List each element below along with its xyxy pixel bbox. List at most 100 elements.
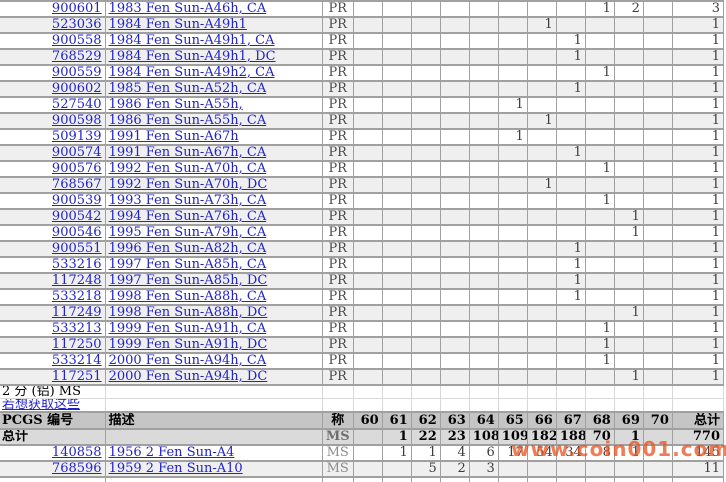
table-row: 5091391991 Fen Sun-A67hPR11 xyxy=(0,129,724,145)
grade-count-cell: 1 xyxy=(614,429,643,445)
pcgs-number-link[interactable]: 117248 xyxy=(52,273,102,288)
pcgs-number-link[interactable]: 900602 xyxy=(52,81,102,96)
description-link[interactable]: 1984 Fen Sun-A49h1 xyxy=(109,17,247,32)
pcgs-number-link[interactable]: 900546 xyxy=(52,225,102,240)
table-row: 1172491998 Fen Sun-A88h, DCPR11 xyxy=(0,305,724,321)
grade-count-cell xyxy=(382,177,411,193)
grade-count-cell xyxy=(469,97,498,113)
description-link[interactable]: 1984 Fen Sun-A49h2, CA xyxy=(109,65,275,80)
pcgs-number-link[interactable]: 768596 xyxy=(52,461,102,476)
pcgs-number-cell: 总计 xyxy=(0,429,105,445)
pcgs-number-link[interactable]: 900601 xyxy=(52,1,102,16)
pcgs-number-link[interactable]: 527540 xyxy=(52,97,102,112)
grade-count-cell xyxy=(382,113,411,129)
table-row: 9005741991 Fen Sun-A67h, CAPR11 xyxy=(0,145,724,161)
description-link[interactable]: 1959 2 Fen Sun-A10 xyxy=(109,461,243,476)
description-link[interactable]: 1983 Fen Sun-A46h, CA xyxy=(109,1,267,16)
description-link[interactable]: 1991 Fen Sun-A67h xyxy=(109,129,239,144)
description-link[interactable]: 1991 Fen Sun-A67h, CA xyxy=(109,145,267,160)
total-cell: 1 xyxy=(672,81,723,97)
description-link[interactable]: 1984 Fen Sun-A49h1, DC xyxy=(109,49,276,64)
description-link[interactable]: 1996 Fen Sun-A82h, CA xyxy=(109,241,267,256)
description-link[interactable]: 1997 Fen Sun-A85h, DC xyxy=(109,273,268,288)
pcgs-number-cell: 117251 xyxy=(0,369,105,385)
description-link[interactable]: 1997 Fen Sun-A85h, CA xyxy=(109,257,267,272)
pcgs-number-link[interactable]: 900576 xyxy=(52,161,102,176)
pcgs-number-link[interactable]: 533218 xyxy=(52,289,102,304)
pcgs-number-link[interactable]: 900539 xyxy=(52,193,102,208)
table-row: PCGS 编号描述称6061626364656667686970总计 xyxy=(0,412,724,429)
pcgs-number-link[interactable]: 117251 xyxy=(52,369,102,384)
grade-count-cell xyxy=(411,209,440,225)
pcgs-number-link[interactable]: 140858 xyxy=(52,445,102,460)
pcgs-number-link[interactable]: 117249 xyxy=(52,305,102,320)
description-link[interactable]: 1986 Fen Sun-A55h, CA xyxy=(109,113,267,128)
pcgs-number-link[interactable]: 509139 xyxy=(52,129,102,144)
grade-count-cell xyxy=(353,161,382,177)
description-link[interactable]: 2000 Fen Sun-A94h, DC xyxy=(109,369,268,384)
grade-count-cell: 70 xyxy=(585,429,614,445)
pcgs-number-cell: 117248 xyxy=(0,273,105,289)
table-row: 9005421994 Fen Sun-A76h, CAPR11 xyxy=(0,209,724,225)
description-link[interactable]: 1984 Fen Sun-A49h1, CA xyxy=(109,33,275,48)
pcgs-number-link[interactable]: 768529 xyxy=(52,49,102,64)
description-link[interactable]: 1986 Fen Sun-A55h, xyxy=(109,97,243,112)
description-link[interactable]: 1992 Fen Sun-A70h, CA xyxy=(109,161,267,176)
grade-count-cell xyxy=(440,33,469,49)
pcgs-number-link[interactable]: 900598 xyxy=(52,113,102,128)
table-row: 1172481997 Fen Sun-A85h, DCPR11 xyxy=(0,273,724,289)
grade-designation-cell: PR xyxy=(322,305,353,321)
table-row: 5332142000 Fen Sun-A94h, CAPR11 xyxy=(0,353,724,369)
description-link[interactable]: 1994 Fen Sun-A76h, CA xyxy=(109,209,267,224)
pcgs-number-link[interactable]: 533216 xyxy=(52,257,102,272)
pcgs-number-link[interactable]: 900558 xyxy=(52,33,102,48)
pcgs-number-link[interactable]: 533213 xyxy=(52,321,102,336)
pcgs-number-link[interactable]: 768567 xyxy=(52,177,102,192)
description-link[interactable]: 1999 Fen Sun-A91h, DC xyxy=(109,337,268,352)
description-link[interactable]: 1998 Fen Sun-A88h, CA xyxy=(109,289,267,304)
description-cell: 1993 Fen Sun-A73h, CA xyxy=(105,193,322,209)
description-link[interactable]: 2000 Fen Sun-A94h, CA xyxy=(109,353,267,368)
total-cell: 1 xyxy=(672,225,723,241)
grade-count-cell xyxy=(498,177,527,193)
grade-count-cell xyxy=(440,161,469,177)
grade-count-cell xyxy=(353,209,382,225)
pcgs-number-link[interactable]: 900574 xyxy=(52,145,102,160)
pcgs-number-link[interactable]: 900542 xyxy=(52,209,102,224)
table-row: 9005981986 Fen Sun-A55h, CAPR11 xyxy=(0,113,724,129)
grade-count-cell xyxy=(440,321,469,337)
grade-designation-cell: PR xyxy=(322,209,353,225)
grade-count-cell xyxy=(469,17,498,33)
grade-count-cell xyxy=(585,385,614,399)
pcgs-number-cell: 900546 xyxy=(0,225,105,241)
grade-count-cell xyxy=(556,129,585,145)
grade-count-cell xyxy=(498,1,527,17)
pcgs-number-link[interactable]: 533214 xyxy=(52,353,102,368)
pcgs-number-link[interactable]: 523036 xyxy=(52,17,102,32)
pcgs-number-cell: 900576 xyxy=(0,161,105,177)
pcgs-number-link[interactable]: 117250 xyxy=(52,337,102,352)
grade-count-cell xyxy=(527,369,556,385)
description-link[interactable]: 1985 Fen Sun-A52h, CA xyxy=(109,81,267,96)
pcgs-number-link[interactable]: 900559 xyxy=(52,65,102,80)
get-prices-link[interactable]: 若想获取这些 xyxy=(2,399,80,413)
total-cell: 1 xyxy=(672,273,723,289)
pcgs-number-cell: 900574 xyxy=(0,145,105,161)
grade-count-cell: 5 xyxy=(411,461,440,477)
description-link[interactable]: 1995 Fen Sun-A79h, CA xyxy=(109,225,267,240)
grade-count-cell xyxy=(440,65,469,81)
pcgs-number-cell: 900598 xyxy=(0,113,105,129)
grade-designation-cell: PR xyxy=(322,369,353,385)
description-cell: 1984 Fen Sun-A49h1, DC xyxy=(105,49,322,65)
description-link[interactable]: 1999 Fen Sun-A91h, CA xyxy=(109,321,267,336)
grade-count-cell xyxy=(643,33,672,49)
grade-count-cell xyxy=(411,305,440,321)
description-link[interactable]: 1998 Fen Sun-A88h, DC xyxy=(109,305,268,320)
description-link[interactable]: 1992 Fen Sun-A70h, DC xyxy=(109,177,268,192)
grade-count-cell xyxy=(411,353,440,369)
grade-count-cell xyxy=(585,97,614,113)
grade-count-cell xyxy=(556,97,585,113)
description-link[interactable]: 1993 Fen Sun-A73h, CA xyxy=(109,193,267,208)
pcgs-number-link[interactable]: 900551 xyxy=(52,241,102,256)
description-link[interactable]: 1956 2 Fen Sun-A4 xyxy=(109,445,235,460)
